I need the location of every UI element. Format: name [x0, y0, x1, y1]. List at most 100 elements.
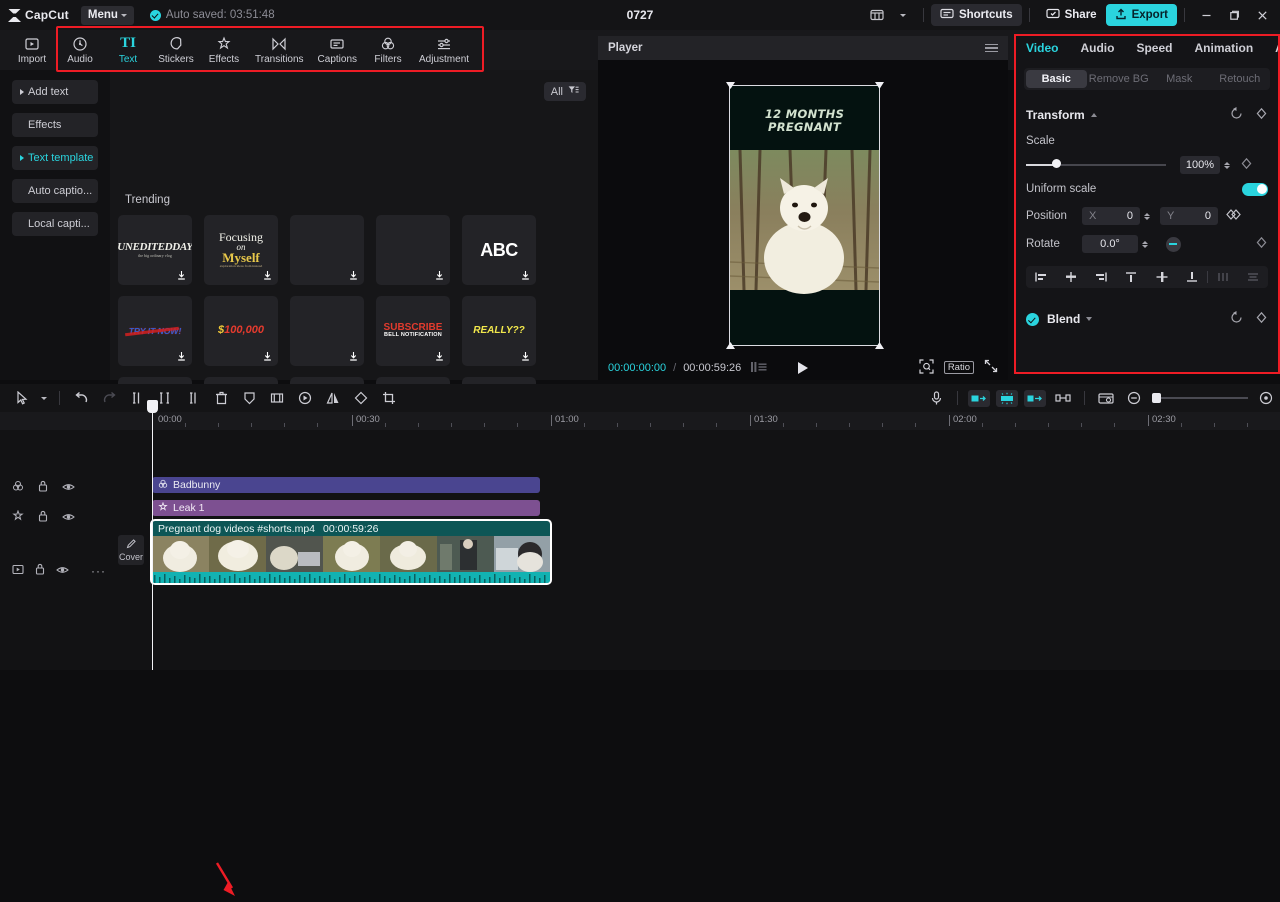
template-blank-3[interactable] — [290, 296, 364, 366]
tool-text[interactable]: TI Text — [104, 30, 152, 70]
auto-reframe-icon[interactable] — [1024, 389, 1046, 407]
trim-right-icon[interactable] — [179, 384, 207, 412]
rotate-stepper[interactable] — [1142, 240, 1148, 248]
tool-filters[interactable]: Filters — [364, 30, 412, 70]
sidebar-item-text-template[interactable]: Text template — [12, 146, 98, 170]
template-subscribe[interactable]: SUBSCRIBE BELL NOTIFICATION — [376, 296, 450, 366]
more-options-icon[interactable]: ··· — [91, 564, 106, 578]
download-icon[interactable] — [520, 351, 531, 362]
tab-speed[interactable]: Speed — [1136, 41, 1172, 55]
template-unediteday[interactable]: UNEDITEDDAY the big ordinary vlog — [118, 215, 192, 285]
uniform-scale-toggle[interactable] — [1242, 182, 1268, 196]
template-really[interactable]: REALLY?? — [462, 296, 536, 366]
zoom-fit-icon[interactable] — [919, 358, 934, 377]
player-menu-icon[interactable] — [985, 43, 998, 53]
playhead[interactable] — [147, 400, 158, 670]
download-icon[interactable] — [262, 270, 273, 281]
flip-icon[interactable] — [319, 384, 347, 412]
tool-import[interactable]: Import — [8, 30, 56, 70]
mirror-icon[interactable] — [263, 384, 291, 412]
zoom-slider-knob[interactable] — [1152, 393, 1161, 403]
thumbnail-view-icon[interactable] — [1092, 384, 1120, 412]
delete-icon[interactable] — [207, 384, 235, 412]
download-icon[interactable] — [176, 351, 187, 362]
template-money[interactable]: $100,000 — [204, 296, 278, 366]
rotate-dial[interactable] — [1166, 236, 1181, 252]
play-button[interactable] — [798, 361, 808, 374]
tool-transitions[interactable]: Transitions — [248, 30, 311, 70]
download-icon[interactable] — [176, 270, 187, 281]
cursor-dropdown-icon[interactable] — [36, 384, 52, 412]
ratio-button[interactable]: Ratio — [943, 361, 974, 374]
tool-adjustment[interactable]: Adjustment — [412, 30, 476, 70]
redo-icon[interactable] — [95, 384, 123, 412]
eye-visibility-icon[interactable] — [56, 564, 69, 578]
keyframe-diamond-icon[interactable] — [1255, 107, 1268, 123]
scale-stepper[interactable] — [1224, 161, 1230, 169]
align-left-icon[interactable] — [1026, 271, 1056, 283]
subtab-retouch[interactable]: Retouch — [1210, 68, 1271, 90]
rotate-input[interactable]: 0.0° — [1082, 235, 1138, 253]
download-icon[interactable] — [434, 270, 445, 281]
sidebar-item-auto-captions[interactable]: Auto captio... — [12, 179, 98, 203]
video-preview[interactable]: 12 MONTHS PREGNANT — [729, 85, 880, 346]
timeline-clip-video[interactable]: Pregnant dog videos #shorts.mp4 00:00:59… — [150, 519, 552, 585]
minimize-button[interactable] — [1192, 0, 1220, 30]
align-right-icon[interactable] — [1086, 271, 1116, 283]
eye-visibility-icon[interactable] — [62, 481, 75, 495]
lock-icon[interactable] — [38, 510, 48, 525]
timeline-zoom-slider[interactable] — [1152, 393, 1248, 403]
scale-keyframe-icon[interactable] — [1240, 157, 1253, 173]
rotate-icon[interactable] — [347, 384, 375, 412]
chevron-up-icon[interactable] — [1090, 113, 1097, 117]
timeline-area[interactable]: ··· Cover Badbunny Leak 1 Pregnant dog v… — [0, 400, 1280, 896]
maximize-button[interactable] — [1220, 0, 1248, 30]
reset-transform-icon[interactable] — [1230, 107, 1243, 123]
detach-audio-icon[interactable] — [1049, 384, 1077, 412]
download-icon[interactable] — [434, 351, 445, 362]
zoom-in-icon[interactable] — [1252, 384, 1280, 412]
layout-dropdown-icon[interactable] — [890, 4, 916, 26]
template-focusing-on-myself[interactable]: Focusing on Myself exploration ideas fro… — [204, 215, 278, 285]
subtab-mask[interactable]: Mask — [1149, 68, 1210, 90]
download-icon[interactable] — [520, 270, 531, 281]
rotate-keyframe-icon[interactable] — [1255, 236, 1268, 252]
close-button[interactable] — [1248, 0, 1276, 30]
crop-icon[interactable] — [375, 384, 403, 412]
tool-audio[interactable]: Audio — [56, 30, 104, 70]
record-mic-icon[interactable] — [922, 384, 950, 412]
layout-icon[interactable] — [864, 4, 890, 26]
template-blank-1[interactable] — [290, 215, 364, 285]
position-x-input[interactable]: X 0 — [1082, 207, 1140, 225]
sidebar-item-add-text[interactable]: Add text — [12, 80, 98, 104]
chevron-down-icon[interactable] — [1086, 317, 1093, 321]
eye-visibility-icon[interactable] — [62, 511, 75, 525]
position-x-stepper[interactable] — [1144, 212, 1150, 220]
menu-button[interactable]: Menu — [80, 5, 134, 25]
align-center-horizontal-icon[interactable] — [1056, 271, 1086, 283]
sidebar-item-effects[interactable]: Effects — [12, 113, 98, 137]
template-blank-2[interactable] — [376, 215, 450, 285]
tool-stickers[interactable]: Stickers — [152, 30, 200, 70]
tool-captions[interactable]: Captions — [311, 30, 364, 70]
align-top-icon[interactable] — [1116, 271, 1146, 283]
lock-icon[interactable] — [35, 563, 45, 578]
align-center-vertical-icon[interactable] — [1147, 271, 1177, 283]
auto-cut-icon[interactable] — [968, 389, 990, 407]
distribute-horizontal-icon[interactable] — [1208, 271, 1238, 283]
subtab-basic[interactable]: Basic — [1026, 70, 1087, 88]
tab-animation[interactable]: Animation — [1194, 41, 1253, 55]
select-cursor-icon[interactable] — [8, 384, 36, 412]
blend-keyframe-icon[interactable] — [1255, 311, 1268, 327]
slider-knob[interactable] — [1052, 159, 1061, 168]
scale-value-input[interactable]: 100% — [1180, 156, 1220, 174]
tab-video[interactable]: Video — [1026, 41, 1058, 55]
export-button[interactable]: Export — [1105, 4, 1177, 26]
undo-icon[interactable] — [67, 384, 95, 412]
scale-slider[interactable] — [1026, 157, 1168, 173]
template-abc[interactable]: ABC — [462, 215, 536, 285]
reset-blend-icon[interactable] — [1230, 311, 1243, 327]
download-icon[interactable] — [262, 351, 273, 362]
tab-adjustment[interactable]: Adju — [1275, 41, 1280, 55]
cover-button[interactable]: Cover — [118, 535, 144, 565]
